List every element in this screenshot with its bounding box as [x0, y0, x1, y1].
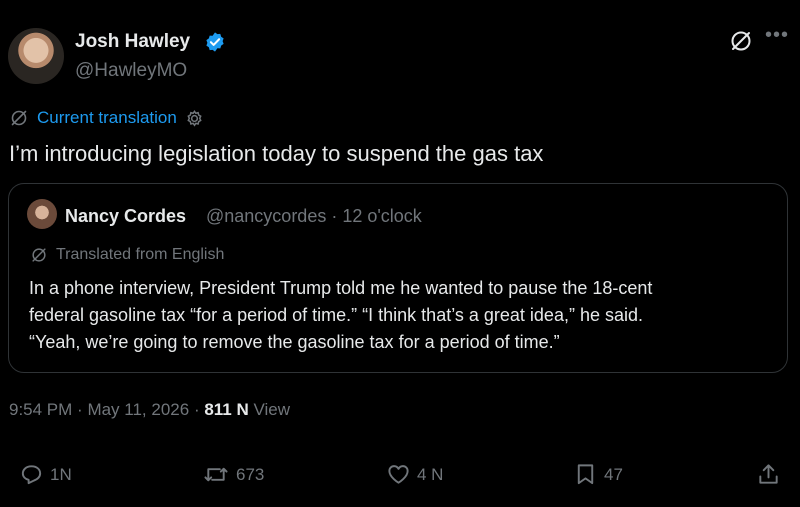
- author-handle[interactable]: @HawleyMO: [75, 60, 187, 82]
- views-count: 811 N: [204, 400, 249, 419]
- repost-button[interactable]: 673: [202, 462, 264, 487]
- tweet-time[interactable]: 9:54 PM: [9, 400, 72, 419]
- tweet-text: I’m introducing legislation today to sus…: [9, 141, 544, 166]
- gear-icon[interactable]: [185, 109, 204, 128]
- reply-count: 1N: [50, 464, 72, 484]
- like-count: 4 N: [417, 464, 444, 484]
- more-icon[interactable]: •••: [765, 24, 789, 47]
- verified-badge-icon: [204, 31, 226, 53]
- quote-author-name[interactable]: Nancy Cordes: [65, 206, 186, 227]
- translate-icon: [30, 246, 48, 264]
- quote-translated-row: Translated from English: [30, 246, 224, 264]
- author-avatar[interactable]: [8, 28, 64, 84]
- like-button[interactable]: 4 N: [386, 462, 443, 487]
- share-icon: [756, 462, 781, 487]
- bookmark-button[interactable]: 47: [573, 462, 623, 487]
- quote-author-meta: @nancycordes · 12 o'clock: [206, 206, 422, 226]
- quote-text-line: federal gasoline tax “for a period of ti…: [29, 305, 643, 325]
- separator-dot: ·: [193, 400, 205, 419]
- current-translation-link[interactable]: Current translation: [37, 108, 177, 128]
- bookmark-icon: [573, 462, 598, 487]
- separator-dot: ·: [77, 400, 88, 419]
- author-name[interactable]: Josh Hawley: [75, 31, 190, 53]
- translated-from-label: Translated from English: [56, 246, 225, 263]
- repost-count: 673: [236, 464, 265, 484]
- translation-row: Current translation: [9, 108, 204, 128]
- views-label: View: [253, 400, 291, 419]
- quote-text-line: In a phone interview, President Trump to…: [29, 278, 653, 298]
- quote-author-avatar[interactable]: [27, 199, 57, 229]
- repost-icon: [202, 462, 230, 487]
- quote-text-line: “Yeah, we’re going to remove the gasolin…: [29, 332, 560, 352]
- like-icon: [386, 462, 411, 487]
- share-button[interactable]: [756, 462, 781, 487]
- translate-icon[interactable]: [728, 28, 754, 54]
- tweet-meta: 9:54 PM · May 11, 2026 · 811 N View: [9, 400, 290, 420]
- tweet-date[interactable]: May 11, 2026: [87, 400, 189, 419]
- reply-button[interactable]: 1N: [19, 462, 72, 487]
- reply-icon: [19, 462, 44, 487]
- bookmark-count: 47: [604, 464, 623, 484]
- translate-icon: [9, 108, 29, 128]
